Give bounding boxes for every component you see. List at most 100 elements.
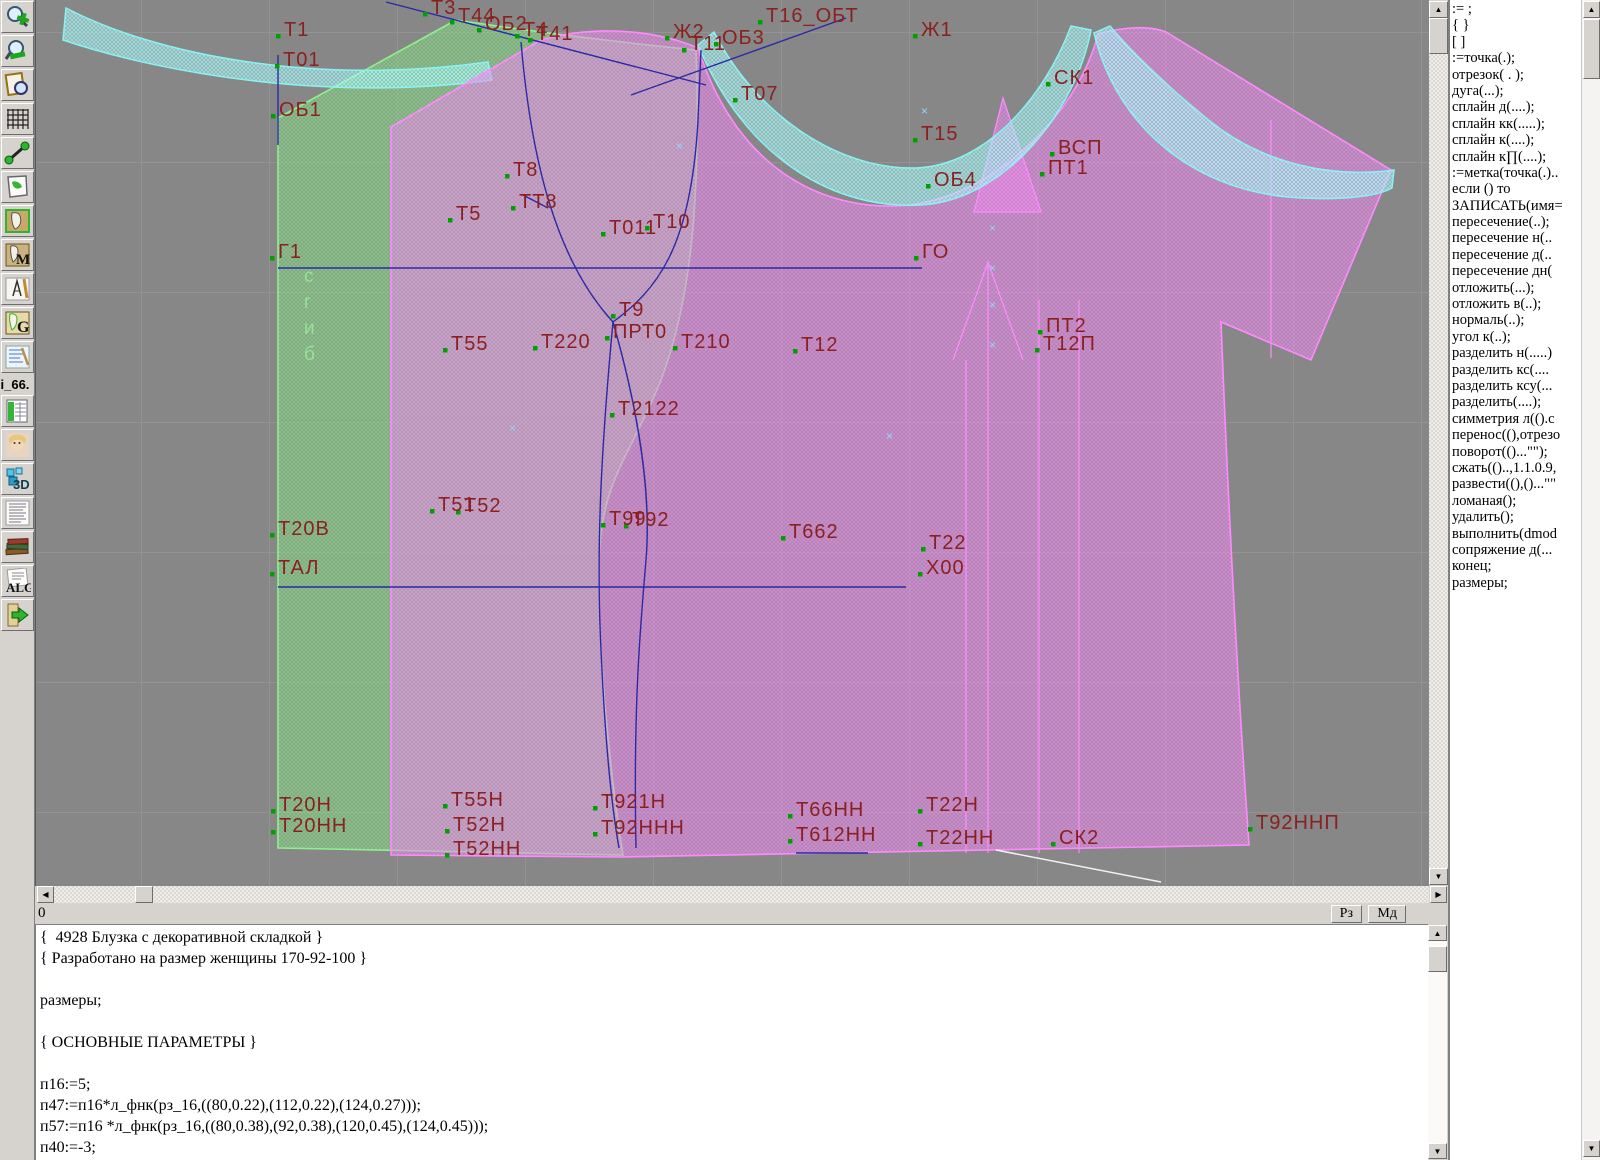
import-scroll-icon[interactable] [1, 599, 34, 631]
construction-point[interactable] [430, 509, 435, 514]
editor-vscroll-thumb[interactable] [1428, 946, 1447, 972]
command-item[interactable]: сжать(()..,1.1.0.9, [1452, 460, 1581, 476]
command-item[interactable]: сплайн кк(.....); [1452, 116, 1581, 132]
command-item[interactable]: сплайн к∏(....); [1452, 149, 1581, 165]
pattern-g-icon[interactable]: G [1, 307, 34, 339]
command-item[interactable]: отложить в(..); [1452, 296, 1581, 312]
construction-point[interactable] [913, 34, 918, 39]
construction-point[interactable] [443, 804, 448, 809]
construction-point[interactable] [445, 829, 450, 834]
scroll-left-icon[interactable]: ◀ [37, 886, 54, 903]
construction-point[interactable] [477, 28, 482, 33]
construction-point[interactable] [682, 48, 687, 53]
command-item[interactable]: если () то [1452, 181, 1581, 197]
panel-vscrollbar[interactable]: ▲ ▼ [1581, 0, 1600, 1160]
md-button[interactable]: Мд [1368, 905, 1406, 923]
command-item[interactable]: отложить(...); [1452, 280, 1581, 296]
scroll-right-icon[interactable]: ▶ [1430, 886, 1447, 903]
command-item[interactable]: ЗАПИСАТЬ(имя= [1452, 198, 1581, 214]
construction-point[interactable] [605, 336, 610, 341]
construction-point[interactable] [610, 413, 615, 418]
construction-point[interactable] [665, 36, 670, 41]
command-item[interactable]: удалить(); [1452, 509, 1581, 525]
construction-point[interactable] [914, 256, 919, 261]
construction-point[interactable] [271, 114, 276, 119]
command-item[interactable]: пересечение(..); [1452, 214, 1581, 230]
command-item[interactable]: пересечение н(.. [1452, 230, 1581, 246]
command-item[interactable]: нормаль(..); [1452, 312, 1581, 328]
construction-point[interactable] [921, 547, 926, 552]
command-item[interactable]: отрезок( . ); [1452, 67, 1581, 83]
print-preview-icon[interactable] [1, 69, 34, 101]
construction-point[interactable] [276, 34, 281, 39]
construction-point[interactable] [270, 572, 275, 577]
canvas-vscroll-track[interactable] [1429, 18, 1448, 868]
construction-point[interactable] [926, 184, 931, 189]
model-photo-icon[interactable] [1, 429, 34, 461]
canvas-vscrollbar[interactable]: ▲ ▼ [1429, 0, 1448, 886]
books-icon[interactable] [1, 531, 34, 563]
drawing-canvas[interactable]: ×××××××× Т1Т01ОБ1Т3Т44ОБ2Т4Т41Ж2Т11ОБ3Т1… [35, 0, 1429, 886]
construction-point[interactable] [271, 830, 276, 835]
command-item[interactable]: развести((),()..."" [1452, 476, 1581, 492]
command-item[interactable]: разделить н(.....) [1452, 345, 1581, 361]
command-item[interactable]: дуга(...); [1452, 83, 1581, 99]
construction-point[interactable] [918, 809, 923, 814]
construction-point[interactable] [1050, 152, 1055, 157]
command-item[interactable]: [ ] [1452, 34, 1581, 50]
construction-point[interactable] [1248, 827, 1253, 832]
table-icon[interactable] [1, 395, 34, 427]
command-item[interactable]: := ; [1452, 1, 1581, 17]
construction-point[interactable] [601, 523, 606, 528]
measure-icon[interactable] [1, 137, 34, 169]
editor-vscrollbar[interactable]: ▲ ▼ [1428, 924, 1447, 1160]
construction-point[interactable] [673, 346, 678, 351]
command-item[interactable]: пересечение дн( [1452, 263, 1581, 279]
scroll-up-icon[interactable]: ▲ [1428, 925, 1447, 941]
scroll-up-icon[interactable]: ▲ [1429, 1, 1448, 18]
3d-icon[interactable]: 3D [1, 463, 34, 495]
command-item[interactable]: разделить ксу(... [1452, 378, 1581, 394]
zoom-in-icon[interactable] [1, 1, 34, 33]
text-list-icon[interactable] [1, 497, 34, 529]
construction-point[interactable] [271, 809, 276, 814]
command-item[interactable]: разделить(....); [1452, 394, 1581, 410]
pattern-m-icon[interactable]: M [1, 239, 34, 271]
construction-point[interactable] [270, 533, 275, 538]
scroll-down-icon[interactable]: ▼ [1428, 1143, 1447, 1159]
canvas-hscrollbar[interactable]: ◀ ▶ [35, 886, 1448, 904]
command-item[interactable]: выполнить(dmod [1452, 526, 1581, 542]
construction-point[interactable] [275, 64, 280, 69]
command-item[interactable]: сплайн к(....); [1452, 132, 1581, 148]
construction-point[interactable] [270, 256, 275, 261]
construction-point[interactable] [793, 349, 798, 354]
zoom-out-icon[interactable] [1, 35, 34, 67]
blueprint-icon[interactable] [1, 341, 34, 373]
pattern-outline-icon[interactable] [1, 205, 34, 237]
command-item[interactable]: конец; [1452, 558, 1581, 574]
pattern-drawing[interactable]: ×××××××× Т1Т01ОБ1Т3Т44ОБ2Т4Т41Ж2Т11ОБ3Т1… [36, 0, 1430, 886]
command-item[interactable]: пересечение д(.. [1452, 247, 1581, 263]
construction-point[interactable] [611, 314, 616, 319]
construction-point[interactable] [423, 12, 428, 17]
scroll-down-icon[interactable]: ▼ [1583, 1140, 1600, 1157]
scroll-up-icon[interactable]: ▲ [1583, 1, 1600, 18]
command-item[interactable]: ломаная(); [1452, 493, 1581, 509]
construction-point[interactable] [448, 218, 453, 223]
code-editor[interactable]: { 4928 Блузка с декоративной складкой }{… [35, 924, 1428, 1160]
command-item[interactable]: сплайн д(....); [1452, 99, 1581, 115]
construction-point[interactable] [1051, 842, 1056, 847]
construction-point[interactable] [733, 98, 738, 103]
command-item[interactable]: разделить кс(.... [1452, 362, 1581, 378]
grid-icon[interactable] [1, 103, 34, 135]
panel-vscroll-thumb[interactable] [1583, 19, 1600, 79]
drafting-icon[interactable] [1, 273, 34, 305]
map-icon[interactable] [1, 171, 34, 203]
command-item[interactable]: :=точка(.); [1452, 50, 1581, 66]
construction-point[interactable] [601, 232, 606, 237]
command-item[interactable]: перенос((),отрезо [1452, 427, 1581, 443]
construction-point[interactable] [758, 20, 763, 25]
construction-point[interactable] [1038, 330, 1043, 335]
construction-point[interactable] [1046, 82, 1051, 87]
construction-point[interactable] [918, 572, 923, 577]
